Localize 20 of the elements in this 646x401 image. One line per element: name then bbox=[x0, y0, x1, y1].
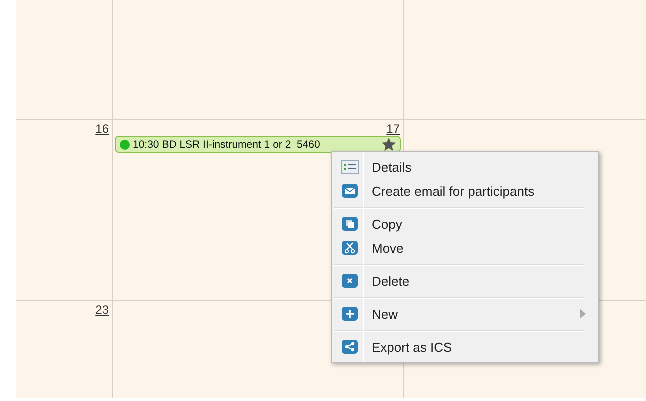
menu-item[interactable]: New bbox=[332, 302, 598, 326]
scissors-icon bbox=[341, 240, 359, 256]
share-icon bbox=[341, 339, 359, 355]
details-icon bbox=[341, 160, 359, 174]
email-icon bbox=[341, 183, 359, 199]
menu-item[interactable]: Details bbox=[332, 155, 598, 179]
day-number[interactable]: 23 bbox=[96, 301, 112, 317]
menu-item[interactable]: Delete bbox=[332, 269, 598, 293]
menu-item[interactable]: Export as ICS bbox=[332, 335, 598, 359]
menu-item[interactable]: Move bbox=[332, 236, 598, 260]
delete-icon bbox=[341, 273, 359, 289]
star-icon bbox=[382, 138, 396, 151]
day-number[interactable]: 16 bbox=[96, 120, 112, 136]
menu-item[interactable]: Copy bbox=[332, 212, 598, 236]
copy-icon bbox=[341, 216, 359, 232]
event-title: 10:30 BD LSR II-instrument 1 or 2 5460 bbox=[133, 138, 322, 150]
plus-icon bbox=[341, 306, 359, 322]
day-number[interactable]: 17 bbox=[386, 120, 403, 136]
menu-item[interactable]: Create email for participants bbox=[332, 179, 598, 203]
calendar-event[interactable]: 10:30 BD LSR II-instrument 1 or 2 5460 bbox=[115, 136, 401, 153]
